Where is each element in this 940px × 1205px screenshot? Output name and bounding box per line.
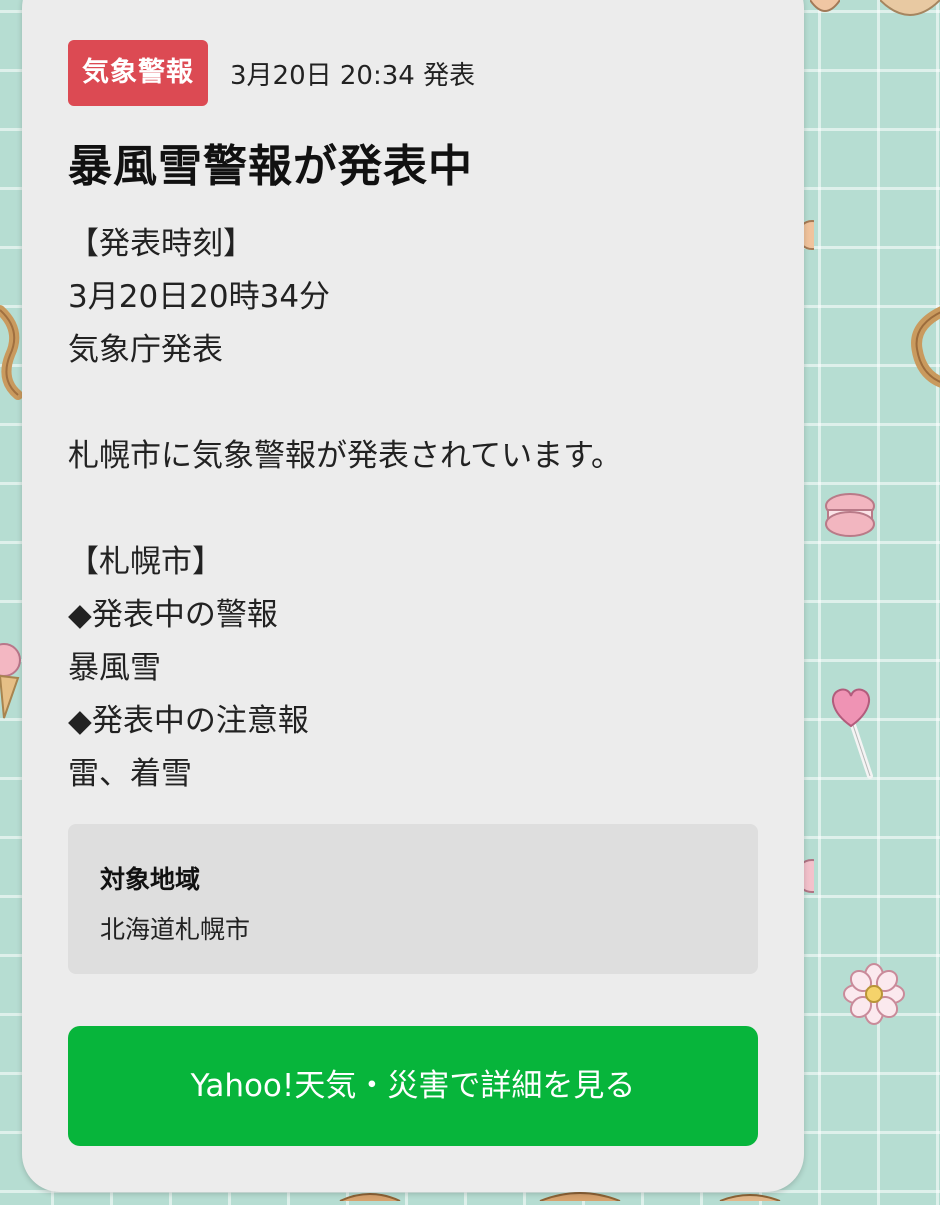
body-line: 【札幌市】 bbox=[68, 544, 223, 580]
alert-body: 【発表時刻】 3月20日20時34分 気象庁発表 札幌市に気象警報が発表されてい… bbox=[68, 218, 768, 801]
body-line: 気象庁発表 bbox=[68, 332, 223, 368]
body-line: 暴風雪 bbox=[68, 650, 161, 686]
icecream-sticker-left bbox=[0, 630, 22, 720]
body-line: 札幌市に気象警報が発表されています。 bbox=[68, 438, 622, 474]
issued-time: 3月20日 20:34 発表 bbox=[230, 60, 476, 91]
body-line-blank bbox=[68, 377, 768, 430]
category-badge: 気象警報 bbox=[68, 40, 208, 106]
body-line: 【発表時刻】 bbox=[68, 226, 254, 262]
pretzel-sticker-left bbox=[0, 300, 24, 400]
macaron-icon bbox=[824, 492, 876, 538]
body-line: 3月20日20時34分 bbox=[68, 279, 331, 315]
target-region-value: 北海道札幌市 bbox=[100, 915, 251, 944]
sticker-top bbox=[809, 0, 841, 18]
alert-header: 気象警報 3月20日 20:34 発表 bbox=[68, 40, 475, 106]
body-line-blank bbox=[68, 483, 768, 536]
alert-title: 暴風雪警報が発表中 bbox=[68, 141, 473, 192]
body-line: ◆発表中の注意報 bbox=[68, 703, 309, 739]
sticker-top-right bbox=[879, 0, 940, 22]
lollipop-icon bbox=[826, 684, 876, 780]
weather-alert-card: 気象警報 3月20日 20:34 発表 暴風雪警報が発表中 【発表時刻】 3月2… bbox=[22, 0, 804, 1192]
body-line: ◆発表中の警報 bbox=[68, 597, 278, 633]
target-region-label: 対象地域 bbox=[100, 865, 201, 894]
body-line: 雷、着雪 bbox=[68, 756, 192, 792]
view-details-button[interactable]: Yahoo!天気・災害で詳細を見る bbox=[68, 1026, 758, 1146]
flower-icon bbox=[842, 962, 906, 1026]
target-region-box: 対象地域 北海道札幌市 bbox=[68, 824, 758, 974]
pretzel-icon bbox=[905, 305, 940, 389]
